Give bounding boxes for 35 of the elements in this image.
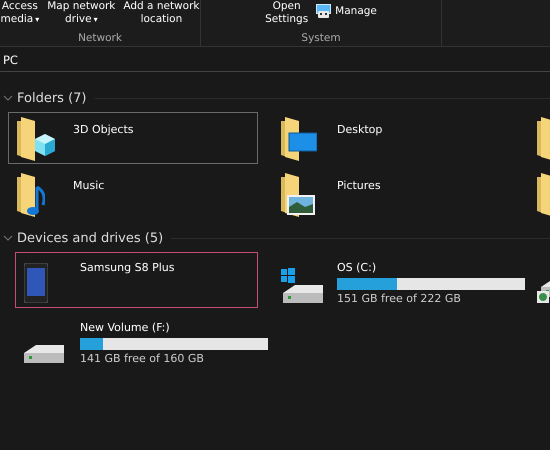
free-space-text: 151 GB free of 222 GB <box>337 292 462 305</box>
free-space-text: 141 GB free of 160 GB <box>80 352 205 365</box>
computer-icon <box>316 4 332 18</box>
ribbon-button[interactable]: Manage <box>314 0 379 18</box>
section-title: Folders (7) <box>17 90 86 106</box>
item-label: New Volume (F:) <box>80 321 171 334</box>
item-label: 3D Objects <box>73 123 134 136</box>
item-tile[interactable]: 3D Objects <box>8 112 258 164</box>
item-tile[interactable]: Music <box>8 168 258 220</box>
drive-icon <box>24 345 64 363</box>
item-tile[interactable]: Desktop <box>272 112 522 164</box>
ribbon-button[interactable]: Map network drive ▾ <box>45 0 118 30</box>
folder-icon <box>281 117 317 161</box>
section-title: Devices and drives (5) <box>17 230 164 246</box>
item-label: OS (C:) <box>337 261 378 274</box>
item-tile[interactable]: New Volume (F:) 141 GB free of 160 GB <box>15 312 271 368</box>
item-label: Desktop <box>337 123 382 136</box>
folder-icon <box>17 173 45 217</box>
item-label: Pictures <box>337 179 381 192</box>
folder-icon <box>281 173 315 217</box>
windows-drive-icon <box>281 268 323 303</box>
group-label: System <box>301 32 341 44</box>
phone-icon <box>24 263 48 303</box>
item-label: Samsung S8 Plus <box>80 261 174 274</box>
folder-icon <box>17 117 55 161</box>
group-label: Network <box>78 32 122 44</box>
item-tile[interactable]: Samsung S8 Plus <box>15 252 258 308</box>
chevron-icon[interactable] <box>3 94 13 102</box>
chevron-icon[interactable] <box>3 234 13 242</box>
ribbon-button[interactable]: Open Settings <box>263 0 310 30</box>
ribbon-button[interactable]: Add a network location <box>121 0 202 30</box>
item-tile[interactable]: Pictures <box>272 168 522 220</box>
ribbon-button[interactable]: Access media ▾ <box>0 0 42 30</box>
item-tile[interactable]: OS (C:) 151 GB free of 222 GB <box>272 252 528 308</box>
item-label: Music <box>73 179 104 192</box>
